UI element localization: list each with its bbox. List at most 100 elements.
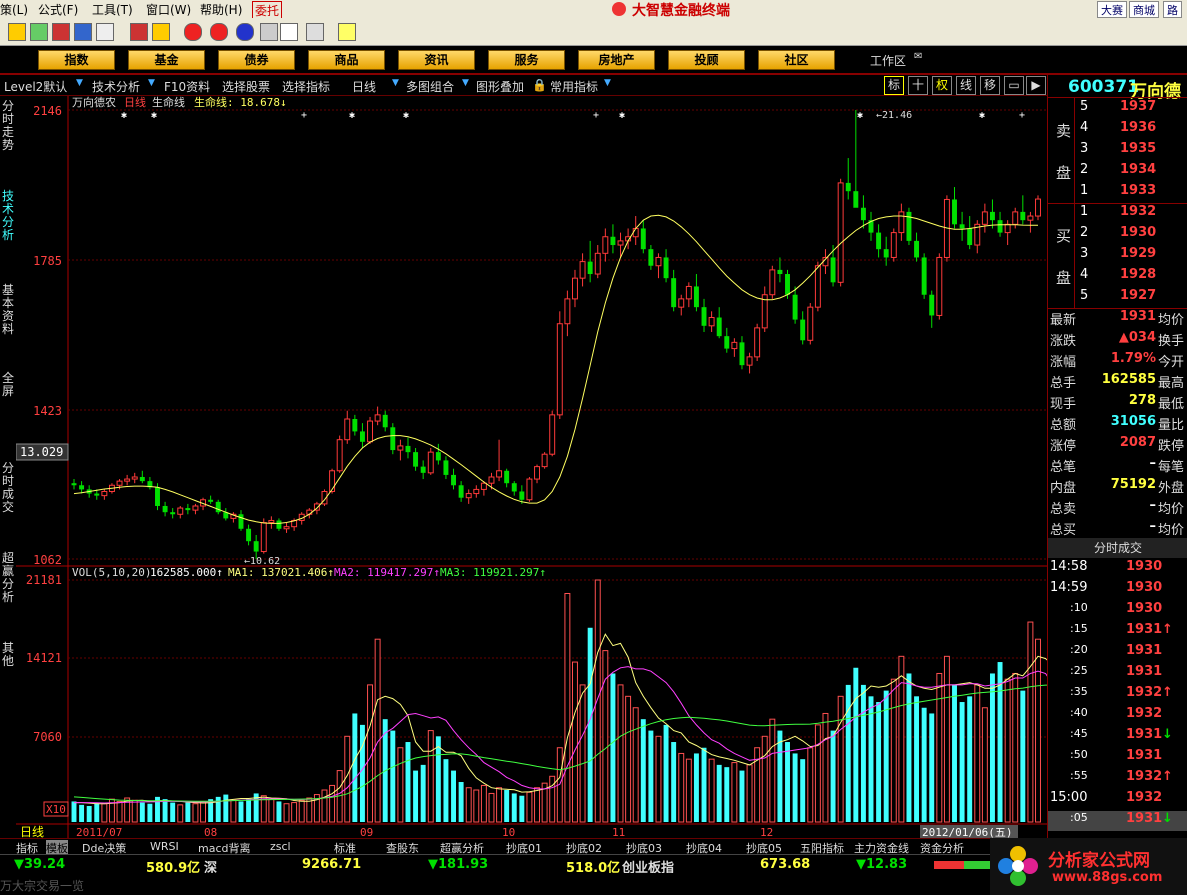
- f10-menu[interactable]: F10资料: [164, 78, 210, 95]
- nav-bond[interactable]: 债券: [218, 50, 295, 70]
- side-tab-fullscreen[interactable]: 全屏: [0, 372, 17, 402]
- tick-time: 14:59: [1050, 580, 1088, 595]
- kline-icon[interactable]: [52, 23, 70, 41]
- multi-chart-menu[interactable]: 多图组合: [406, 78, 454, 95]
- quote-panel: 600371 万向德 卖 盘 5 1937 4 1936 3 1935 2 1934 1 1933…: [1047, 75, 1187, 845]
- site-logo: 分析家公式网 www.88gs.com: [990, 838, 1187, 895]
- bid-level-index: 5: [1080, 288, 1089, 303]
- dropdown-arrow-icon[interactable]: ▼: [604, 78, 611, 88]
- nav-fund[interactable]: 基金: [128, 50, 205, 70]
- select-icon[interactable]: [130, 23, 148, 41]
- red-disc2-icon[interactable]: [210, 23, 228, 41]
- candle: [215, 499, 221, 515]
- period-menu[interactable]: 日线: [352, 78, 376, 95]
- volume-bar: [458, 782, 464, 822]
- stat-label: 量比: [1158, 418, 1185, 433]
- volume-bar: [929, 713, 935, 822]
- volume-bar: [655, 735, 662, 823]
- stat-label: 均价: [1158, 523, 1185, 538]
- stat-label: 跌停: [1158, 439, 1185, 454]
- nav-realestate[interactable]: 房地产: [578, 50, 655, 70]
- volume-bar: [914, 696, 920, 822]
- contest-button[interactable]: 大赛: [1097, 1, 1127, 18]
- mall-button[interactable]: 商城: [1129, 1, 1159, 18]
- menu-help[interactable]: 帮助(H): [200, 1, 242, 18]
- toggle-mark[interactable]: 标: [884, 76, 904, 95]
- volume-bar: [837, 695, 844, 823]
- print-icon[interactable]: [260, 23, 278, 41]
- window-restore-icon[interactable]: ▭: [1004, 76, 1024, 95]
- common-indicators-menu[interactable]: 常用指标: [550, 78, 598, 95]
- trend-icon[interactable]: [30, 23, 48, 41]
- dropdown-arrow-icon[interactable]: ▼: [148, 78, 155, 88]
- select-indicator-menu[interactable]: 选择指标: [282, 78, 330, 95]
- red-disc-icon[interactable]: [184, 23, 202, 41]
- nav-commodity[interactable]: 商品: [308, 50, 385, 70]
- indicator-tab[interactable]: zscl: [270, 840, 291, 853]
- side-tab-intraday[interactable]: 分时走势: [0, 100, 17, 155]
- volume-bar: [488, 792, 495, 823]
- lock-icon[interactable]: 🔒: [532, 78, 547, 92]
- quote-stat-row: 最新 1931 均价: [1048, 309, 1187, 329]
- side-tab-fundamentals[interactable]: 基本资料: [0, 284, 17, 339]
- toggle-cross[interactable]: 十: [908, 76, 928, 95]
- volume-bar: [731, 762, 738, 823]
- level2-menu[interactable]: Level2默认: [4, 78, 67, 95]
- toggle-line[interactable]: 线: [956, 76, 976, 95]
- menu-tools[interactable]: 工具(T): [92, 1, 133, 18]
- window-icon[interactable]: [280, 23, 298, 41]
- stat-label: 换手: [1158, 334, 1185, 349]
- side-tab-ticks[interactable]: 分时成交: [0, 462, 17, 517]
- warning-icon[interactable]: [152, 23, 170, 41]
- workspace-label[interactable]: 工作区: [870, 52, 906, 69]
- dropdown-arrow-icon[interactable]: ▼: [392, 78, 399, 88]
- kline-chart[interactable]: 2146 1785 1423 1062 13.029 21181 14121 7…: [16, 96, 1047, 838]
- menu-strategy[interactable]: 策(L): [0, 1, 28, 18]
- nav-news[interactable]: 资讯: [398, 50, 475, 70]
- toggle-move[interactable]: 移: [980, 76, 1000, 95]
- side-tab-super[interactable]: 超赢分析: [0, 552, 17, 607]
- report-icon[interactable]: [74, 23, 92, 41]
- blue-disc-icon[interactable]: [236, 23, 254, 41]
- tick-price: 1931: [1126, 622, 1163, 637]
- volume-bar: [1012, 672, 1019, 823]
- nav-index[interactable]: 指数: [38, 50, 115, 70]
- indicator-tab[interactable]: WRSI: [150, 840, 179, 853]
- tech-analysis-menu[interactable]: 技术分析: [92, 78, 140, 95]
- quote-icon[interactable]: [8, 23, 26, 41]
- select-stock-menu[interactable]: 选择股票: [222, 78, 270, 95]
- toggle-rights[interactable]: 权: [932, 76, 952, 95]
- menu-formula[interactable]: 公式(F): [38, 1, 78, 18]
- volume-bar: [678, 752, 685, 823]
- quote-stat-row: 现手 278 最低: [1048, 393, 1187, 413]
- candle: [807, 303, 814, 345]
- nav-service[interactable]: 服务: [488, 50, 565, 70]
- date-tick: 11: [612, 826, 625, 838]
- up-arrow-icon: ↑: [1162, 769, 1173, 784]
- ask-level-index: 5: [1080, 99, 1089, 114]
- nav-advisor[interactable]: 投顾: [668, 50, 745, 70]
- next-icon[interactable]: ▶: [1026, 76, 1046, 95]
- volume-bar: [587, 627, 593, 822]
- volume-bar: [769, 718, 776, 823]
- help-pointer-icon[interactable]: [338, 23, 356, 41]
- volume-bar: [230, 799, 237, 823]
- quote-stat-row: 涨跌 ▲034 换手: [1048, 330, 1187, 350]
- menu-window[interactable]: 窗口(W): [146, 1, 191, 18]
- overlay-menu[interactable]: 图形叠加: [476, 78, 524, 95]
- nav-community[interactable]: 社区: [758, 50, 835, 70]
- flag-icon[interactable]: [96, 23, 114, 41]
- volume-bar: [625, 695, 632, 823]
- side-tab-other[interactable]: 其他: [0, 642, 17, 672]
- dropdown-arrow-icon[interactable]: ▼: [76, 78, 83, 88]
- legend-stock-name: 万向德农: [72, 96, 116, 109]
- volume-bar: [860, 684, 866, 822]
- svg-text:✱: ✱: [151, 110, 157, 121]
- ask-price: 1934: [1120, 162, 1157, 177]
- road-button[interactable]: 路: [1163, 1, 1182, 18]
- layout-icon[interactable]: [306, 23, 324, 41]
- mail-icon[interactable]: ✉: [914, 51, 922, 62]
- ticks-header[interactable]: 分时成交: [1048, 538, 1187, 558]
- side-tab-technical[interactable]: 技术分析: [0, 190, 17, 245]
- dropdown-arrow-icon[interactable]: ▼: [462, 78, 469, 88]
